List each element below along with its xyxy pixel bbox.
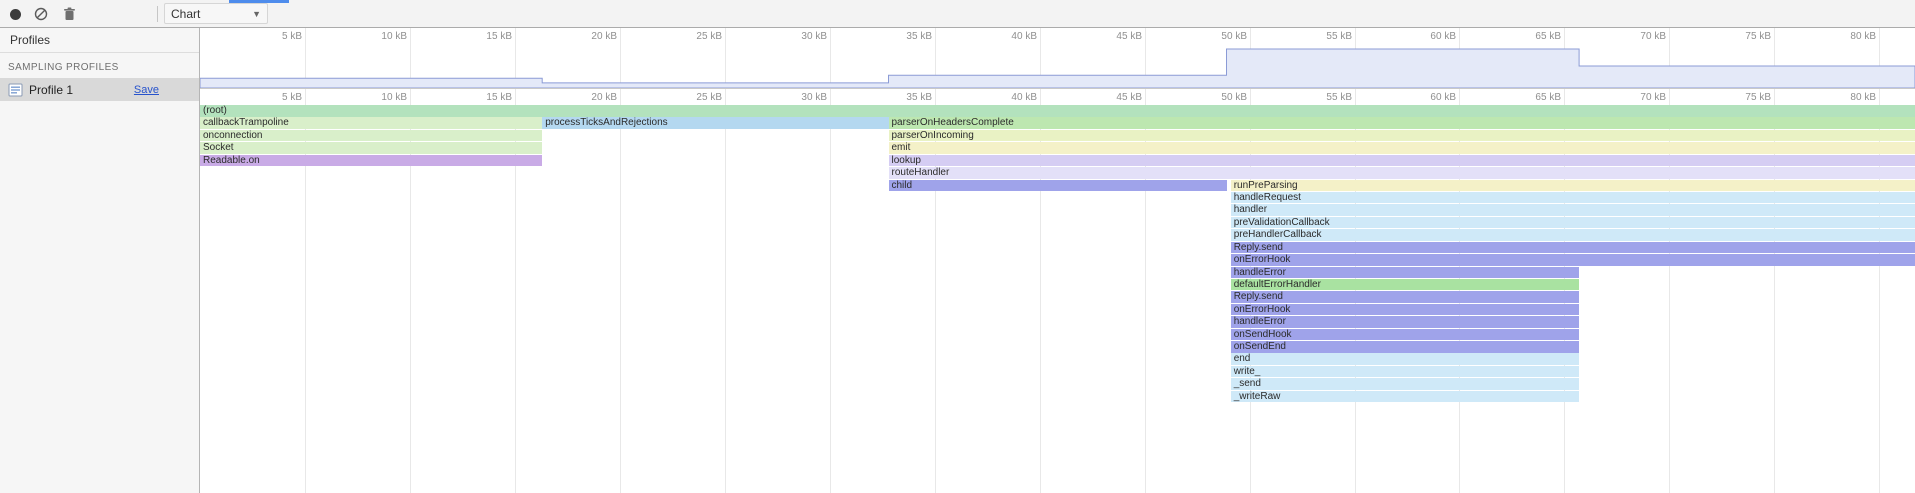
ruler-tick-label: 70 kB [1640, 92, 1666, 103]
ruler-tick-label: 65 kB [1535, 92, 1561, 103]
flame-bar[interactable]: Reply.send [1231, 242, 1915, 254]
ruler-tick-label: 5 kB [282, 92, 302, 103]
flame-bar[interactable]: end [1231, 353, 1580, 365]
ruler-tick-label: 60 kB [1430, 31, 1456, 42]
ruler-tick-label: 65 kB [1535, 31, 1561, 42]
ruler-tick-label: 80 kB [1850, 31, 1876, 42]
flame-bar[interactable]: preValidationCallback [1231, 217, 1915, 229]
ruler-tick-label: 10 kB [381, 92, 407, 103]
flame-bar[interactable]: processTicksAndRejections [542, 117, 888, 129]
toolbar-separator [157, 6, 158, 22]
ruler-tick-label: 50 kB [1221, 31, 1247, 42]
flame-bar[interactable]: _send [1231, 378, 1580, 390]
ruler-tick-label: 10 kB [381, 31, 407, 42]
flame-rows: (root)callbackTrampolineprocessTicksAndR… [200, 105, 1915, 405]
flame-bar[interactable]: defaultErrorHandler [1231, 279, 1580, 291]
flame-bar[interactable]: handleError [1231, 316, 1580, 328]
clear-icon [34, 7, 48, 21]
flame-bar[interactable]: onErrorHook [1231, 304, 1580, 316]
overview-pane[interactable] [200, 45, 1915, 89]
ruler-tick-label: 60 kB [1430, 92, 1456, 103]
ruler-tick-label: 75 kB [1745, 31, 1771, 42]
ruler-tick-label: 45 kB [1116, 31, 1142, 42]
ruler-tick-label: 50 kB [1221, 92, 1247, 103]
ruler-tick-label: 75 kB [1745, 92, 1771, 103]
ruler-bottom: 5 kB 10 kB 15 kB 20 kB 25 kB 30 kB 35 kB 40 kB 4… [200, 89, 1915, 105]
ruler-tick-label: 35 kB [906, 31, 932, 42]
flame-bar[interactable]: parserOnIncoming [889, 130, 1915, 142]
flame-bar[interactable]: handler [1231, 204, 1915, 216]
flame-bar[interactable]: Socket [200, 142, 542, 154]
ruler-tick-label: 15 kB [486, 92, 512, 103]
flame-bar[interactable]: onconnection [200, 130, 542, 142]
profiler-panel: Chart ▼ Profiles SAMPLING PROFILES Profi… [0, 0, 1915, 493]
flame-bar[interactable]: onSendHook [1231, 329, 1580, 341]
flame-bar[interactable]: Readable.on [200, 155, 542, 167]
ruler-tick-label: 70 kB [1640, 31, 1666, 42]
ruler-tick-label: 5 kB [282, 31, 302, 42]
flame-bar[interactable]: emit [889, 142, 1915, 154]
ruler-tick-label: 20 kB [591, 31, 617, 42]
sidebar: Profiles SAMPLING PROFILES Profile 1 Sav… [0, 28, 200, 493]
record-icon [10, 9, 21, 20]
view-mode-label: Chart [171, 7, 200, 21]
ruler-tick-label: 55 kB [1326, 92, 1352, 103]
flame-bar[interactable]: routeHandler [889, 167, 1915, 179]
ruler-tick-label: 25 kB [696, 31, 722, 42]
flame-bar[interactable]: _writeRaw [1231, 391, 1580, 403]
profile-name: Profile 1 [29, 83, 128, 97]
view-mode-select[interactable]: Chart ▼ [164, 3, 268, 24]
ruler-tick-label: 55 kB [1326, 31, 1352, 42]
ruler-top: 5 kB 10 kB 15 kB 20 kB 25 kB 30 kB 35 kB 40 kB 4… [200, 28, 1915, 45]
flame-bar[interactable]: handleError [1231, 267, 1580, 279]
ruler-tick-label: 30 kB [801, 92, 827, 103]
flame-bar[interactable]: runPreParsing [1231, 180, 1915, 192]
ruler-tick-label: 80 kB [1850, 92, 1876, 103]
flame-bar[interactable]: parserOnHeadersComplete [889, 117, 1915, 129]
save-link[interactable]: Save [134, 84, 159, 96]
clear-button[interactable] [28, 2, 54, 26]
sampling-profiles-heading: SAMPLING PROFILES [0, 53, 199, 78]
ruler-tick-label: 40 kB [1011, 92, 1037, 103]
ruler-tick-label: 35 kB [906, 92, 932, 103]
delete-profile-button[interactable] [56, 2, 82, 26]
ruler-tick-label: 25 kB [696, 92, 722, 103]
chevron-down-icon: ▼ [252, 9, 261, 19]
profile-icon [8, 83, 23, 97]
flame-bar[interactable]: onErrorHook [1231, 254, 1915, 266]
ruler-tick-label: 15 kB [486, 31, 512, 42]
sidebar-title: Profiles [0, 28, 199, 53]
flame-bar[interactable]: Reply.send [1231, 291, 1580, 303]
active-tab-indicator [229, 0, 289, 3]
ruler-tick-label: 20 kB [591, 92, 617, 103]
overview-depth-shape [200, 49, 1915, 88]
flame-bar[interactable]: handleRequest [1231, 192, 1915, 204]
flame-bar[interactable]: (root) [200, 105, 1915, 117]
ruler-tick-label: 30 kB [801, 31, 827, 42]
flame-bar[interactable]: child [889, 180, 1227, 192]
flame-bar[interactable]: write_ [1231, 366, 1580, 378]
flame-bar[interactable]: preHandlerCallback [1231, 229, 1915, 241]
flame-chart: 5 kB 10 kB 15 kB 20 kB 25 kB 30 kB 35 kB 40 kB 4… [200, 28, 1915, 493]
flame-bar[interactable]: onSendEnd [1231, 341, 1580, 353]
record-button[interactable] [2, 2, 28, 26]
ruler-tick-label: 40 kB [1011, 31, 1037, 42]
toolbar: Chart ▼ [0, 0, 1915, 28]
trash-icon [63, 7, 76, 21]
ruler-tick-label: 45 kB [1116, 92, 1142, 103]
flame-bar[interactable]: callbackTrampoline [200, 117, 542, 129]
flame-bar[interactable]: lookup [889, 155, 1915, 167]
sidebar-item-profile-1[interactable]: Profile 1 Save [0, 78, 199, 101]
